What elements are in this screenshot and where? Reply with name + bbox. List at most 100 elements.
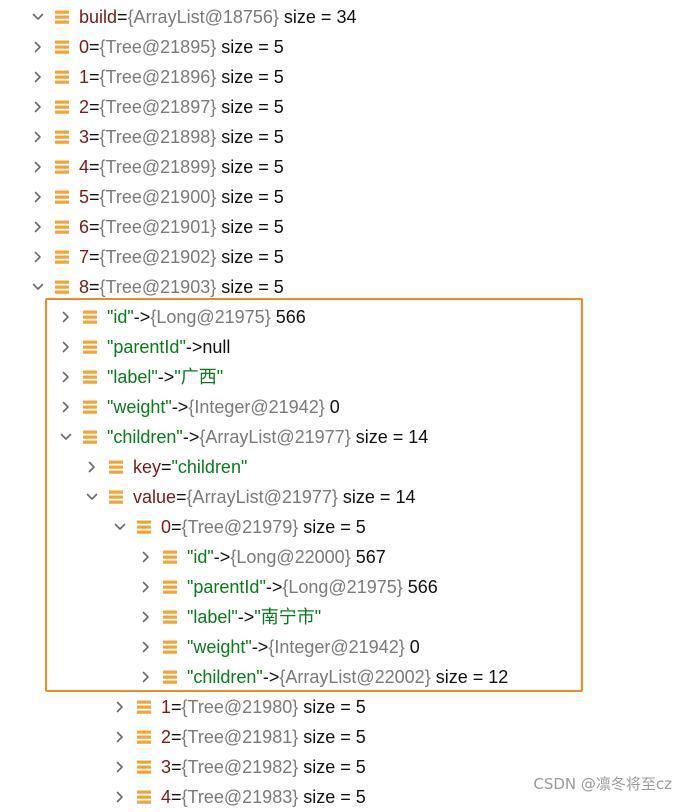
tree-row[interactable]: 0 = {Tree@21979} size = 5 [110, 512, 366, 542]
chevron-right-icon[interactable] [28, 182, 48, 212]
operator: -> [157, 367, 175, 387]
chevron-right-icon[interactable] [136, 542, 156, 572]
object-reference: {Long@22000} [230, 547, 351, 567]
variable-name: "label" [107, 367, 158, 387]
chevron-down-icon[interactable] [28, 272, 48, 302]
operator: = [89, 97, 100, 117]
variable-name: 4 [79, 157, 90, 177]
tree-row[interactable]: 8 = {Tree@21903} size = 5 [28, 272, 284, 302]
variable-name: 3 [79, 127, 90, 147]
tree-row[interactable]: 4 = {Tree@21899} size = 5 [28, 152, 284, 182]
list-icon [82, 302, 98, 332]
chevron-right-icon[interactable] [110, 782, 130, 812]
value-text: size = 5 [216, 127, 284, 147]
tree-row[interactable]: value = {ArrayList@21977} size = 14 [82, 482, 415, 512]
list-icon [136, 722, 152, 752]
tree-row[interactable]: 5 = {Tree@21900} size = 5 [28, 182, 284, 212]
object-reference: {Long@21975} [150, 307, 271, 327]
chevron-right-icon[interactable] [136, 662, 156, 692]
chevron-right-icon[interactable] [82, 452, 102, 482]
tree-row[interactable]: "weight" -> {Integer@21942} 0 [56, 392, 340, 422]
chevron-right-icon[interactable] [56, 392, 76, 422]
list-icon [108, 452, 124, 482]
object-reference: {Tree@21900} [99, 187, 217, 207]
tree-row[interactable]: "id" -> {Long@22000} 567 [136, 542, 386, 572]
list-icon [162, 632, 178, 662]
tree-row[interactable]: "parentId" -> null [56, 332, 230, 362]
chevron-right-icon[interactable] [56, 302, 76, 332]
value-text: size = 5 [216, 37, 284, 57]
variable-name: 0 [161, 517, 172, 537]
tree-row[interactable]: "parentId" -> {Long@21975} 566 [136, 572, 438, 602]
tree-row[interactable]: "label" -> "广西" [56, 362, 223, 392]
list-icon [54, 242, 70, 272]
tree-row[interactable]: "label" -> "南宁市" [136, 602, 321, 632]
tree-row[interactable]: 6 = {Tree@21901} size = 5 [28, 212, 284, 242]
tree-row[interactable]: 2 = {Tree@21981} size = 5 [110, 722, 366, 752]
object-reference: {Integer@21942} [188, 397, 325, 417]
operator: = [171, 517, 182, 537]
tree-row[interactable]: build = {ArrayList@18756} size = 34 [28, 2, 356, 32]
chevron-right-icon[interactable] [110, 692, 130, 722]
operator: = [89, 37, 100, 57]
object-reference: {Tree@21983} [181, 787, 299, 807]
watermark: CSDN @凛冬将至cz [533, 775, 672, 793]
chevron-down-icon[interactable] [28, 2, 48, 32]
list-icon [108, 482, 124, 512]
operator: = [89, 67, 100, 87]
tree-row[interactable]: "id" -> {Long@21975} 566 [56, 302, 306, 332]
object-reference: {ArrayList@21977} [186, 487, 338, 507]
chevron-right-icon[interactable] [28, 62, 48, 92]
chevron-down-icon[interactable] [110, 512, 130, 542]
list-icon [162, 572, 178, 602]
object-reference: {Tree@21898} [99, 127, 217, 147]
operator: -> [251, 637, 269, 657]
list-icon [82, 332, 98, 362]
object-reference: {ArrayList@22002} [279, 667, 431, 687]
value-text: size = 5 [216, 97, 284, 117]
variable-name: "children" [107, 427, 183, 447]
tree-row[interactable]: "children" -> {ArrayList@21977} size = 1… [56, 422, 428, 452]
chevron-right-icon[interactable] [136, 602, 156, 632]
chevron-right-icon[interactable] [110, 722, 130, 752]
tree-row[interactable]: "weight" -> {Integer@21942} 0 [136, 632, 420, 662]
chevron-right-icon[interactable] [110, 752, 130, 782]
chevron-right-icon[interactable] [56, 332, 76, 362]
list-icon [54, 32, 70, 62]
tree-row[interactable]: 2 = {Tree@21897} size = 5 [28, 92, 284, 122]
value-text: 566 [402, 577, 438, 597]
object-reference: {Long@21975} [282, 577, 403, 597]
tree-row[interactable]: 1 = {Tree@21980} size = 5 [110, 692, 366, 722]
chevron-right-icon[interactable] [136, 632, 156, 662]
list-icon [162, 662, 178, 692]
list-icon [54, 182, 70, 212]
tree-row[interactable]: 3 = {Tree@21898} size = 5 [28, 122, 284, 152]
value-text: size = 5 [298, 727, 366, 747]
chevron-right-icon[interactable] [28, 92, 48, 122]
value-text: size = 5 [298, 517, 366, 537]
chevron-right-icon[interactable] [28, 32, 48, 62]
chevron-right-icon[interactable] [28, 152, 48, 182]
tree-row[interactable]: 4 = {Tree@21983} size = 5 [110, 782, 366, 812]
tree-row[interactable]: key = "children" [82, 452, 247, 482]
chevron-right-icon[interactable] [28, 122, 48, 152]
chevron-down-icon[interactable] [56, 422, 76, 452]
object-reference: {ArrayList@18756} [127, 7, 279, 27]
tree-row[interactable]: "children" -> {ArrayList@22002} size = 1… [136, 662, 508, 692]
object-reference: {Tree@21903} [99, 277, 217, 297]
list-icon [136, 692, 152, 722]
chevron-right-icon[interactable] [56, 362, 76, 392]
variable-name: "parentId" [187, 577, 266, 597]
tree-row[interactable]: 3 = {Tree@21982} size = 5 [110, 752, 366, 782]
chevron-right-icon[interactable] [28, 212, 48, 242]
chevron-right-icon[interactable] [136, 572, 156, 602]
tree-row[interactable]: 7 = {Tree@21902} size = 5 [28, 242, 284, 272]
list-icon [136, 752, 152, 782]
variable-name: "label" [187, 607, 238, 627]
list-icon [54, 2, 70, 32]
list-icon [82, 422, 98, 452]
chevron-right-icon[interactable] [28, 242, 48, 272]
chevron-down-icon[interactable] [82, 482, 102, 512]
tree-row[interactable]: 1 = {Tree@21896} size = 5 [28, 62, 284, 92]
tree-row[interactable]: 0 = {Tree@21895} size = 5 [28, 32, 284, 62]
